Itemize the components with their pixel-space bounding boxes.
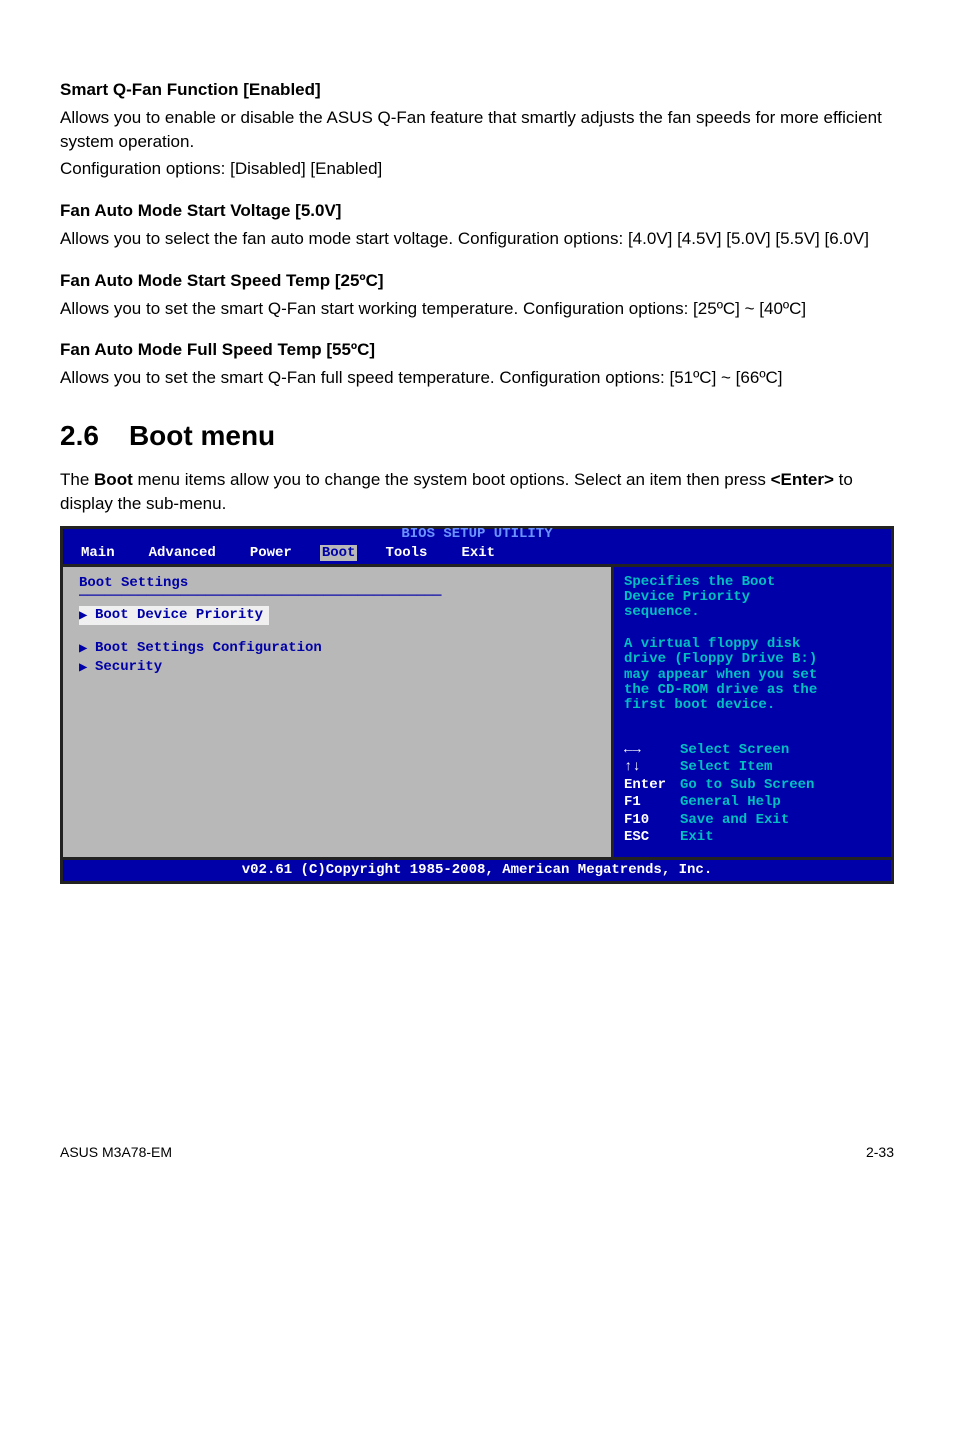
arrow-left-right-icon: ←→ [624, 742, 680, 760]
body-start-temp: Allows you to set the smart Q-Fan start … [60, 297, 894, 321]
key-label: General Help [680, 794, 781, 812]
bios-hint-block-line: first boot device. [624, 698, 881, 713]
tab-tools[interactable]: Tools [379, 545, 433, 561]
chapter-intro: The Boot menu items allow you to change … [60, 468, 894, 516]
key-f1: F1 [624, 794, 680, 812]
bios-title: BIOS SETUP UTILITY [63, 527, 891, 541]
bios-right-pane: Specifies the Boot Device Priority seque… [611, 567, 891, 857]
key-enter: Enter [624, 777, 680, 795]
bios-divider: ────────────────────────────────────────… [79, 593, 595, 600]
bios-hint-block-line: drive (Floppy Drive B:) [624, 652, 881, 667]
heading-smart-qfan: Smart Q-Fan Function [Enabled] [60, 78, 894, 102]
bios-item-boot-device-priority[interactable]: ▶ Boot Device Priority [79, 606, 269, 625]
body-start-voltage: Allows you to select the fan auto mode s… [60, 227, 894, 251]
footer-left: ASUS M3A78-EM [60, 1144, 172, 1160]
triangle-icon: ▶ [79, 640, 95, 657]
key-f10: F10 [624, 812, 680, 830]
chapter-number: 2.6 [60, 420, 99, 452]
triangle-icon: ▶ [79, 659, 95, 676]
bios-footer: v02.61 (C)Copyright 1985-2008, American … [63, 857, 891, 881]
bios-item-boot-settings-config[interactable]: ▶ Boot Settings Configuration [79, 639, 595, 658]
body-smart-qfan-1: Allows you to enable or disable the ASUS… [60, 106, 894, 154]
bios-item-label: Security [95, 659, 162, 675]
tab-boot[interactable]: Boot [320, 545, 358, 561]
bios-hint-block-line: the CD-ROM drive as the [624, 683, 881, 698]
bios-hint-line: Specifies the Boot [624, 575, 881, 590]
bios-hint-line: sequence. [624, 605, 881, 620]
bios-window: BIOS SETUP UTILITY Main Advanced Power B… [60, 526, 894, 884]
bios-item-label: Boot Device Priority [95, 607, 263, 623]
bios-item-label: Boot Settings Configuration [95, 640, 322, 656]
key-label: Save and Exit [680, 812, 789, 830]
chapter-title: Boot menu [129, 420, 275, 451]
key-label: Select Screen [680, 742, 789, 760]
bios-item-security[interactable]: ▶ Security [79, 658, 595, 677]
key-label: Exit [680, 829, 714, 847]
key-esc: ESC [624, 829, 680, 847]
bios-hint-block-line: may appear when you set [624, 668, 881, 683]
bios-left-pane: Boot Settings ──────────────────────────… [63, 567, 611, 857]
bios-left-heading: Boot Settings [79, 575, 595, 591]
chapter-heading: 2.6 Boot menu [60, 420, 894, 452]
tab-advanced[interactable]: Advanced [143, 545, 222, 561]
body-smart-qfan-2: Configuration options: [Disabled] [Enabl… [60, 157, 894, 181]
bios-hint-line: Device Priority [624, 590, 881, 605]
bios-hint-block-line: A virtual floppy disk [624, 637, 881, 652]
bios-key-help: ←→ Select Screen ↑↓ Select Item Enter Go… [624, 742, 881, 847]
page-footer: ASUS M3A78-EM 2-33 [60, 1144, 894, 1160]
heading-start-voltage: Fan Auto Mode Start Voltage [5.0V] [60, 199, 894, 223]
body-full-temp: Allows you to set the smart Q-Fan full s… [60, 366, 894, 390]
arrow-up-down-icon: ↑↓ [624, 759, 680, 777]
heading-full-temp: Fan Auto Mode Full Speed Temp [55ºC] [60, 338, 894, 362]
bios-menubar: Main Advanced Power Boot Tools Exit [63, 543, 891, 564]
key-label: Select Item [680, 759, 772, 777]
tab-power[interactable]: Power [244, 545, 298, 561]
tab-exit[interactable]: Exit [455, 545, 501, 561]
heading-start-temp: Fan Auto Mode Start Speed Temp [25ºC] [60, 269, 894, 293]
triangle-icon: ▶ [79, 607, 95, 624]
footer-right: 2-33 [866, 1144, 894, 1160]
key-label: Go to Sub Screen [680, 777, 814, 795]
tab-main[interactable]: Main [75, 545, 121, 561]
